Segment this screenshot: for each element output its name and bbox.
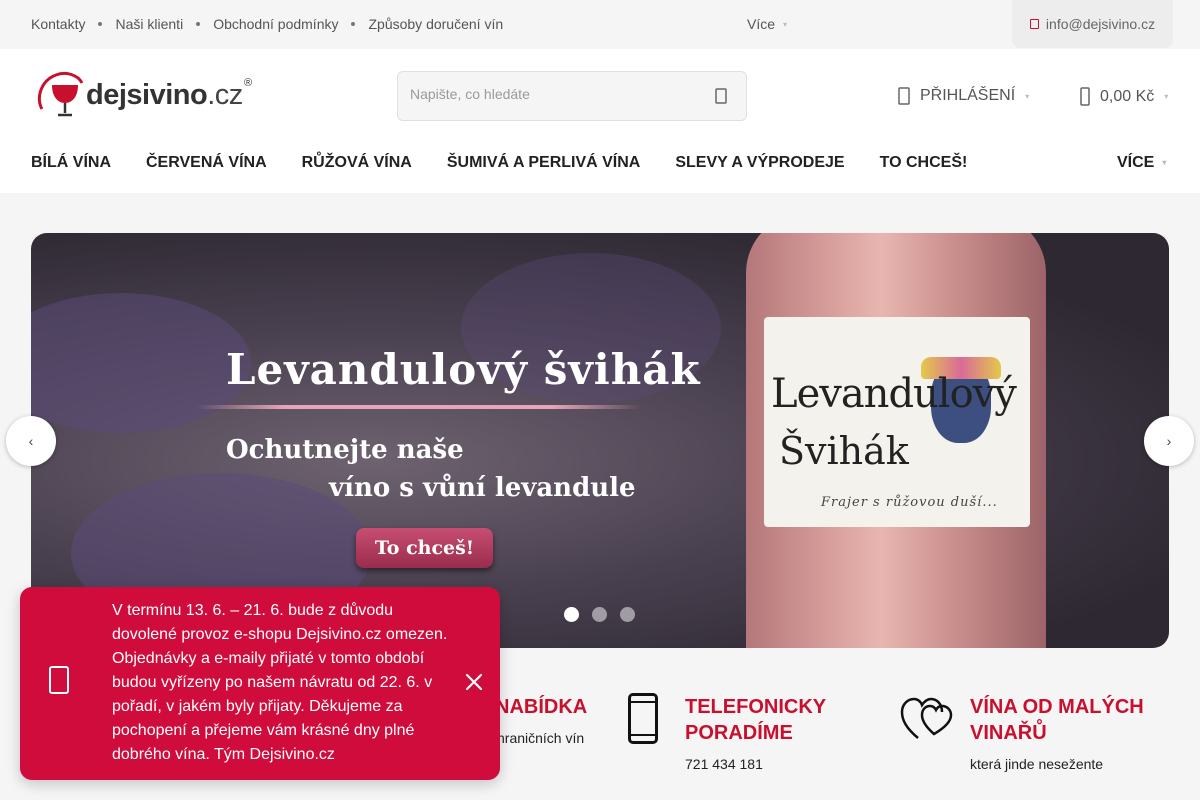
user-icon [898,87,910,105]
nav-item-bila-vina[interactable]: BÍLÁ VÍNA [31,154,111,172]
nav-item-sumiva-vina[interactable]: ŠUMIVÁ A PERLIVÁ VÍNA [447,154,641,172]
logo[interactable]: dejsivino.cz ® [34,69,256,121]
banner-divider [196,405,641,409]
benefit-title-telefonicky: TELEFONICKY PORADÍME [685,696,827,744]
banner-subtitle-line2: víno s vůní levandule [329,473,636,503]
search-input[interactable] [410,86,700,102]
nav-more-label: VÍCE [1117,154,1155,171]
phone-icon [628,693,658,744]
chevron-left-icon: ‹ [28,433,34,449]
banner-title: Levandulový švihák [226,345,701,394]
benefit-sub-nabidka: hraničních vín [497,730,585,746]
search-icon[interactable] [714,88,728,104]
notice-popup: V termínu 13. 6. – 21. 6. bude z důvodu … [20,587,500,780]
nav-item-cervena-vina[interactable]: ČERVENÁ VÍNA [146,154,267,172]
main-nav: BÍLÁ VÍNA ČERVENÁ VÍNA RŮŽOVÁ VÍNA ŠUMIV… [31,154,1002,172]
logo-text: dejsivino.cz [86,79,243,111]
label-text-line3: Frajer s růžovou duší... [821,495,998,510]
carousel-prev-button[interactable]: ‹ [6,416,56,466]
mail-icon [1029,19,1039,29]
search-box [397,71,747,121]
carousel-dots [564,607,635,622]
chevron-down-icon: ▾ [1025,91,1030,101]
separator-dot [196,22,201,26]
wine-glass-logo-icon [37,71,84,117]
top-more-label: Více [747,16,776,32]
lavender-decoration [31,293,251,433]
nav-item-ruzova-vina[interactable]: RŮŽOVÁ VÍNA [302,154,412,172]
chevron-down-icon: ▾ [1162,158,1167,167]
notice-text: V termínu 13. 6. – 21. 6. bude z důvodu … [112,602,448,763]
hearts-icon [900,697,953,739]
carousel-dot-2[interactable] [592,607,607,622]
nav-more-menu[interactable]: VÍCE ▾ [1117,154,1166,172]
top-link-klienti[interactable]: Naši klienti [115,16,183,32]
top-more-menu[interactable]: Více ▾ [747,16,787,32]
login-button[interactable]: PŘIHLÁŠENÍ ▾ [898,87,1029,105]
chevron-right-icon: › [1166,433,1172,449]
banner-subtitle-line1: Ochutnejte naše [226,435,464,465]
top-links: Kontakty Naši klienti Obchodní podmínky … [31,16,503,32]
chevron-down-icon: ▾ [783,20,788,29]
carousel-dot-1[interactable] [564,607,579,622]
close-icon[interactable] [463,671,485,693]
top-link-doruceni[interactable]: Způsoby doručení vín [368,16,503,32]
nav-item-slevy[interactable]: SLEVY A VÝPRODEJE [675,154,844,172]
header: dejsivino.cz ® PŘIHLÁŠENÍ ▾ 0,00 Kč ▾ BÍ… [0,49,1200,193]
benefit-title-vinari: VÍNA OD MALÝCH VINAŘŮ [970,696,1144,744]
cart-icon [1080,87,1090,106]
email-text: info@dejsivino.cz [1045,16,1156,32]
logo-registered-mark: ® [244,77,253,89]
top-link-podminky[interactable]: Obchodní podmínky [213,16,338,32]
top-bar: Kontakty Naši klienti Obchodní podmínky … [0,0,1200,49]
separator-dot [98,22,103,26]
benefit-sub-vinari: která jinde nesežente [970,756,1104,772]
separator-dot [351,22,356,26]
label-text-line1: Levandulový [771,371,1017,417]
nav-item-to-chces[interactable]: TO CHCEŠ! [880,154,968,172]
info-icon [49,666,69,694]
hero-banner[interactable]: Levandulový švihák Ochutnejte naše víno … [31,233,1169,648]
login-label: PŘIHLÁŠENÍ [920,87,1016,104]
benefit-title-nabidka: NABÍDKA [495,696,588,718]
chevron-down-icon: ▾ [1164,92,1169,101]
email-link[interactable]: info@dejsivino.cz [1012,0,1173,48]
carousel-next-button[interactable]: › [1144,416,1194,466]
benefit-sub-phone[interactable]: 721 434 181 [685,756,763,772]
top-link-kontakty[interactable]: Kontakty [31,16,85,32]
cart-button[interactable]: 0,00 Kč ▾ [1080,87,1168,106]
label-text-line2: Švihák [779,429,909,473]
carousel-dot-3[interactable] [620,607,635,622]
cart-total: 0,00 Kč [1100,87,1155,105]
banner-cta-button[interactable]: To chceš! [356,528,493,568]
